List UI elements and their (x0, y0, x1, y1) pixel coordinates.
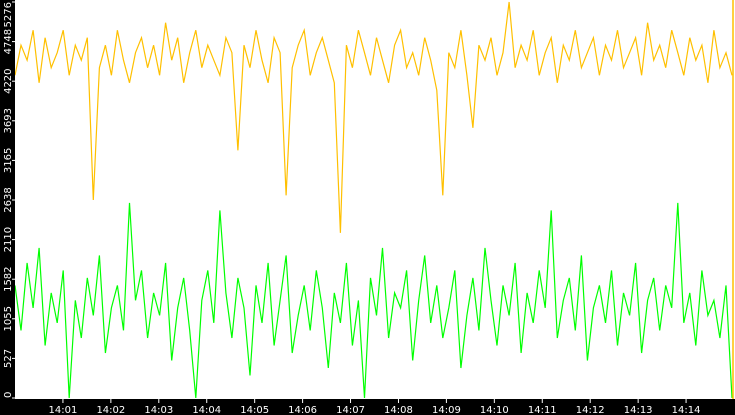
y-tick-label: 1055 (3, 306, 14, 331)
y-tick-label: 3693 (3, 108, 14, 133)
y-tick-label: 5276 (3, 2, 14, 27)
x-tick-label: 14:11 (528, 405, 557, 415)
y-tick-label: 2110 (3, 227, 14, 252)
x-tick-label: 14:14 (672, 405, 701, 415)
x-tick-label: 14:10 (480, 405, 509, 415)
x-tick-label: 14:13 (624, 405, 653, 415)
y-tick-label: 4220 (3, 68, 14, 93)
y-tick-label: 2638 (3, 187, 14, 212)
x-tick-label: 14:05 (240, 405, 269, 415)
x-tick-label: 14:02 (96, 405, 125, 415)
y-tick-label: 527 (3, 349, 14, 368)
x-tick-label: 14:08 (384, 405, 413, 415)
x-tick-label: 14:09 (432, 405, 461, 415)
x-tick-label: 14:12 (576, 405, 605, 415)
chart: 0 527 1055 1582 2110 2638 3165 3693 4220 4748 5276… (0, 0, 735, 415)
x-tick-label: 14:07 (336, 405, 365, 415)
x-tick-label: 14:03 (144, 405, 173, 415)
x-tick-label: 14:04 (192, 405, 221, 415)
y-tick-label: 1582 (3, 266, 14, 291)
x-tick-label: 14:06 (288, 405, 317, 415)
y-tick-label: 3165 (3, 148, 14, 173)
x-tick-label: 14:01 (49, 405, 78, 415)
y-tick-label: 4748 (3, 29, 14, 54)
y-tick-label: 0 (3, 392, 14, 398)
